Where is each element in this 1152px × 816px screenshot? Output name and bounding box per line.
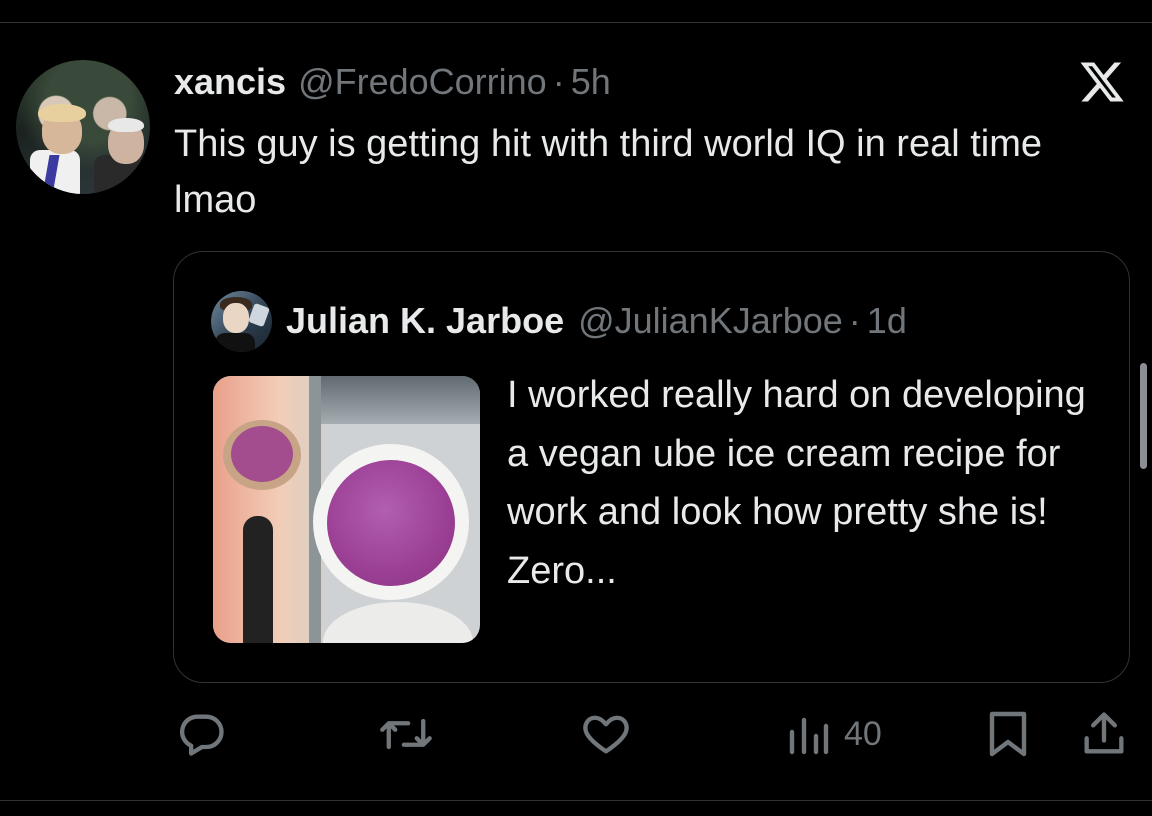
- quoted-author-name[interactable]: Julian K. Jarboe: [286, 300, 564, 342]
- author-handle[interactable]: @FredoCorrino: [298, 61, 547, 103]
- bookmark-button[interactable]: [984, 708, 1032, 760]
- share-icon: [1084, 712, 1124, 754]
- heart-icon: [583, 715, 629, 754]
- tweet-actions-bar: 40: [0, 700, 1152, 772]
- retweet-button[interactable]: [378, 708, 434, 760]
- reply-icon: [180, 714, 224, 756]
- retweet-icon: [380, 718, 432, 750]
- reply-button[interactable]: [176, 708, 228, 760]
- tweet-text: This guy is getting hit with third world…: [174, 123, 1043, 221]
- quoted-tweet-header: Julian K. Jarboe @JulianKJarboe · 1d: [286, 296, 907, 346]
- author-name[interactable]: xancis: [174, 61, 286, 103]
- bookmark-icon: [989, 711, 1027, 757]
- quoted-media-image[interactable]: [213, 376, 480, 643]
- top-divider: [0, 22, 1152, 23]
- quoted-tweet-text: I worked really hard on developing a veg…: [507, 374, 1086, 592]
- quoted-author-avatar[interactable]: [211, 291, 272, 352]
- bottom-divider: [0, 800, 1152, 801]
- quoted-separator-dot: ·: [848, 300, 861, 341]
- views-count: 40: [844, 714, 882, 753]
- quoted-tweet-time[interactable]: 1d: [867, 300, 907, 342]
- views-icon: [789, 717, 829, 755]
- scrollbar[interactable]: [1140, 363, 1147, 469]
- views-button[interactable]: 40: [784, 708, 882, 760]
- tweet-time[interactable]: 5h: [571, 61, 611, 103]
- author-avatar[interactable]: [16, 60, 150, 194]
- separator-dot: ·: [552, 61, 565, 102]
- quoted-author-handle[interactable]: @JulianKJarboe: [578, 300, 843, 342]
- share-button[interactable]: [1078, 708, 1130, 760]
- like-button[interactable]: [578, 708, 634, 760]
- x-logo-icon[interactable]: [1076, 58, 1128, 106]
- tweet-header: xancis @FredoCorrino · 5h: [174, 60, 611, 104]
